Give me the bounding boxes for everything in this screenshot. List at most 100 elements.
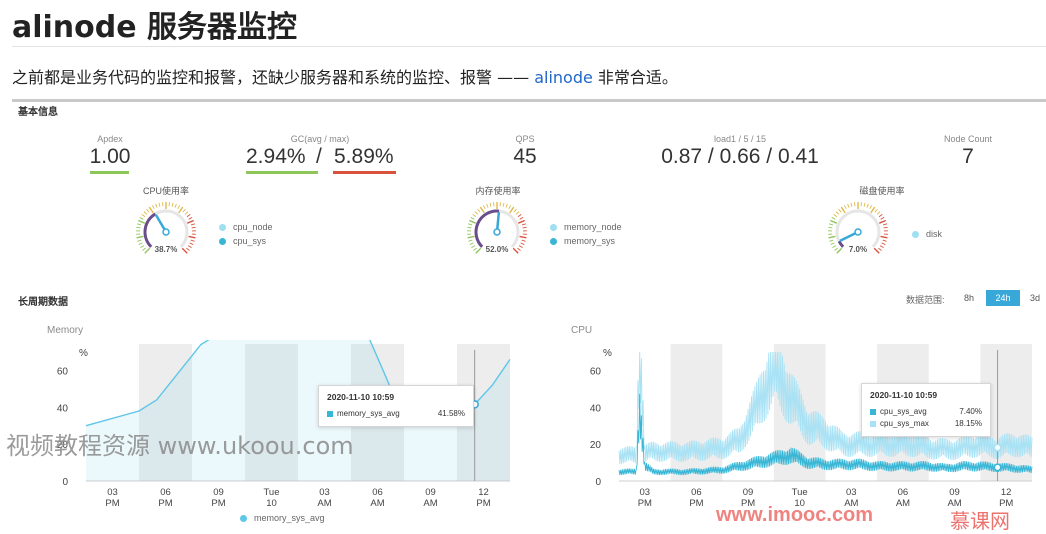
gauge-tick <box>471 246 474 248</box>
x-tick-label: 03 <box>319 487 330 498</box>
gauge-tick <box>470 243 474 245</box>
gauge-tick <box>834 248 837 250</box>
gauge-tick <box>848 204 849 208</box>
gauge-tick <box>189 217 192 219</box>
gauge-hub <box>494 229 500 235</box>
cpu-gauge-legend-node[interactable]: cpu_node <box>219 222 273 232</box>
gauge-tick <box>832 217 835 219</box>
x-tick-label: PM <box>476 498 490 509</box>
x-tick-label: Tue <box>263 487 279 498</box>
gauge-tick <box>159 203 160 207</box>
legend-label: cpu_sys <box>233 236 266 246</box>
range-3d-button[interactable]: 3d <box>1024 290 1046 306</box>
apdex-label: Apdex <box>50 134 170 144</box>
gauge-tick <box>506 204 507 208</box>
cpu-gauge-legend-sys[interactable]: cpu_sys <box>219 236 266 246</box>
load-value: 0.87 / 0.66 / 0.41 <box>640 145 840 169</box>
gauge-tick <box>468 240 472 241</box>
gauge-tick <box>879 221 885 224</box>
node-count-label: Node Count <box>908 134 1028 144</box>
disk-gauge-legend[interactable]: disk <box>912 229 942 239</box>
gauge-tick <box>870 205 872 209</box>
cpu-tooltip: 2020-11-10 10:59 cpu_sys_avg7.40% cpu_sy… <box>861 383 991 437</box>
x-tick-label: AM <box>896 498 910 509</box>
cpu-gauge: 38.7% <box>126 196 206 262</box>
gauge-tick <box>473 214 476 216</box>
gauge-tick <box>521 243 525 245</box>
alinode-link[interactable]: alinode <box>534 68 593 87</box>
cpu-cursor-point-max <box>994 444 1000 450</box>
gauge-tick <box>851 203 852 207</box>
gauge-tick <box>883 240 887 241</box>
gauge-tick <box>881 217 884 219</box>
gauge-tick <box>142 248 145 250</box>
gauge-tick <box>142 214 145 216</box>
gauge-tick <box>149 207 153 213</box>
range-8h-button[interactable]: 8h <box>955 290 983 306</box>
legend-label: memory_sys_avg <box>254 513 325 523</box>
x-tick-label: 12 <box>478 487 489 498</box>
gauge-tick <box>520 236 527 237</box>
gauge-tick <box>475 212 478 215</box>
gauge-progress <box>145 214 155 247</box>
gauge-tick <box>517 248 520 250</box>
gauge-tick <box>140 217 143 219</box>
qps-value: 45 <box>465 145 585 169</box>
x-tick-label: 06 <box>160 487 171 498</box>
gauge-tick <box>189 236 196 237</box>
gauge-tick <box>487 204 488 208</box>
gauge-tick <box>191 224 195 225</box>
gauge-hub <box>855 229 861 235</box>
gauge-tick <box>830 221 836 224</box>
gauge-tick <box>878 248 881 250</box>
gauge-tick <box>519 246 522 248</box>
x-tick-label: 06 <box>898 487 909 498</box>
y-tick-label: 60 <box>57 366 69 377</box>
gauge-tick <box>192 227 196 228</box>
x-tick-label: AM <box>317 498 331 509</box>
x-tick-label: 03 <box>846 487 857 498</box>
range-24h-button[interactable]: 24h <box>986 290 1020 306</box>
gauge-tick <box>518 221 524 224</box>
basic-info-title: 基本信息 <box>18 103 58 118</box>
gauge-tick <box>520 217 523 219</box>
gauge-tick <box>480 207 484 213</box>
gauge-tick <box>186 248 189 250</box>
gauge-tick <box>188 246 191 248</box>
memory-tooltip-series: memory_sys_avg <box>337 409 400 418</box>
gauge-value: 7.0% <box>849 245 867 254</box>
memory-gauge-legend-node[interactable]: memory_node <box>550 222 622 232</box>
gauge-tick <box>513 248 518 253</box>
gauge-tick <box>185 212 188 215</box>
x-tick-label: 09 <box>743 487 754 498</box>
memory-gauge-legend-sys[interactable]: memory_sys <box>550 236 615 246</box>
cpu-cursor-point-avg <box>994 464 1000 470</box>
memory-gauge: 52.0% <box>457 196 537 262</box>
gauge-tick <box>832 246 835 248</box>
gauge-tick <box>836 212 839 215</box>
gauge-tick <box>877 212 880 215</box>
gauge-tick <box>880 246 883 248</box>
gauge-tick <box>478 209 481 212</box>
gauge-tick <box>145 248 150 253</box>
gauge-tick <box>881 236 888 237</box>
gauge-tick <box>467 227 471 228</box>
gauge-tick <box>829 236 836 237</box>
gauge-tick <box>137 240 141 241</box>
memory-chart-legend[interactable]: memory_sys_avg <box>240 513 325 523</box>
page-title: alinode 服务器监控 <box>12 2 297 46</box>
x-tick-label: PM <box>105 498 119 509</box>
gauge-tick <box>182 248 187 253</box>
gauge-tick <box>483 205 485 209</box>
gauge-tick <box>883 224 887 225</box>
gauge-tick <box>179 207 183 213</box>
gauge-tick <box>510 207 514 213</box>
gauge-tick <box>829 224 833 225</box>
y-tick-label: 40 <box>590 403 602 414</box>
gauge-value: 52.0% <box>486 245 509 254</box>
gauge-tick <box>841 207 845 213</box>
gauge-tick <box>139 243 143 245</box>
disk-gauge: 7.0% <box>818 196 898 262</box>
x-tick-label: 06 <box>691 487 702 498</box>
legend-label: memory_node <box>564 222 622 232</box>
